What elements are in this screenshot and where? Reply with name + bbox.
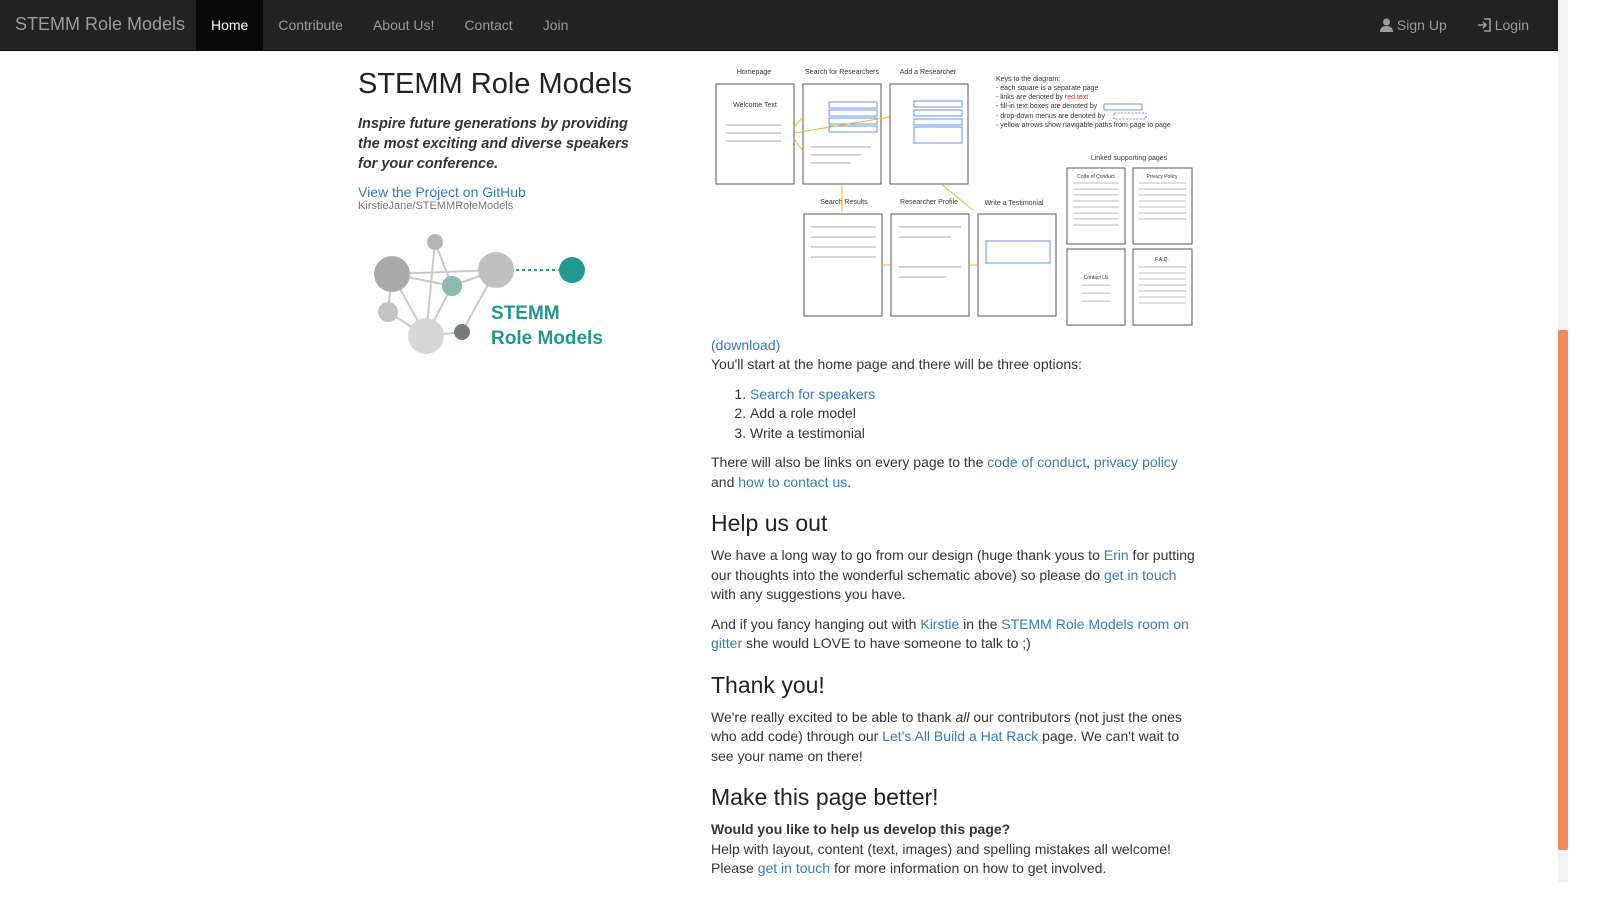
code-of-conduct-link[interactable]: code of conduct	[987, 454, 1086, 470]
nav-contribute[interactable]: Contribute	[263, 0, 358, 50]
diagram-label-linked: Linked supporting pages	[1091, 155, 1168, 162]
nav-menu: Home Contribute About Us! Contact Join	[196, 0, 583, 50]
text: We're really excited to be able to thank	[711, 708, 956, 725]
help-paragraph-2: And if you fancy hanging out with Kirsti…	[711, 615, 1201, 654]
diagram-faq: F.A.Q.	[1155, 257, 1169, 263]
signup-label: Sign Up	[1396, 17, 1447, 33]
diagram-label-profile: Researcher Profile	[900, 199, 958, 206]
diagram-key5: - yellow arrows show navigable paths fro…	[996, 122, 1171, 129]
nav-contact[interactable]: Contact	[449, 0, 527, 50]
intro-text: You'll start at the home page and there …	[711, 356, 1083, 372]
diagram-label-add: Add a Researcher	[900, 69, 957, 76]
stemm-logo: STEMM Role Models	[374, 234, 603, 354]
text: We have a long way to go from our design…	[711, 547, 1104, 563]
nav-right: Sign Up Login	[1365, 0, 1544, 50]
links-paragraph: There will also be links on every page t…	[711, 453, 1201, 492]
better-paragraph: Would you like to help us develop this p…	[711, 820, 1201, 879]
text: ,	[1086, 454, 1094, 470]
diagram-welcome-text: Welcome Text	[733, 102, 777, 109]
get-in-touch-link-2[interactable]: get in touch	[758, 860, 830, 876]
get-in-touch-link[interactable]: get in touch	[1104, 567, 1176, 583]
thanks-paragraph: We're really excited to be able to thank…	[711, 708, 1201, 767]
signup-link[interactable]: Sign Up	[1365, 0, 1462, 50]
login-label: Login	[1494, 17, 1529, 33]
text: and	[711, 473, 739, 490]
site-schematic-diagram: Homepage Search for Researchers Add a Re…	[715, 69, 1193, 326]
main-content: Homepage Search for Researchers Add a Re…	[711, 55, 1201, 889]
login-icon	[1477, 18, 1491, 32]
options-list: Search for speakers Add a role model Wri…	[750, 385, 1201, 444]
text: in the	[959, 615, 1002, 632]
sidebar: STEMM Role Models Inspire future generat…	[358, 68, 638, 375]
diagram-label-homepage: Homepage	[737, 69, 771, 76]
diagram-label-results: Search Results	[820, 199, 868, 206]
text: And if you fancy hanging out with	[711, 615, 921, 632]
kirstie-link[interactable]: Kirstie	[920, 616, 959, 632]
text: she would LOVE to have someone to talk t…	[742, 635, 1031, 651]
login-link[interactable]: Login	[1462, 0, 1544, 50]
logo-text-line1: STEMM	[491, 303, 560, 324]
navbar: STEMM Role Models Home Contribute About …	[0, 0, 1558, 51]
better-question: Would you like to help us develop this p…	[711, 821, 1011, 837]
better-heading: Make this page better!	[711, 784, 939, 810]
contact-us-link[interactable]: how to contact us	[738, 474, 847, 490]
text: Please	[711, 860, 758, 876]
logo-text-line2: Role Models	[491, 328, 603, 349]
erin-link[interactable]: Erin	[1104, 547, 1129, 563]
list-item: Write a testimonial	[750, 424, 1201, 444]
diagram-keys-title: Keys to the diagram:	[996, 76, 1060, 83]
diagram-label-search: Search for Researchers	[805, 69, 879, 76]
scrollbar-thumb[interactable]	[1558, 330, 1568, 850]
text: There will also be links on every page t…	[711, 454, 988, 470]
site-title: STEMM Role Models	[358, 68, 632, 100]
text: for more information on how to get invol…	[830, 860, 1107, 876]
diagram-label-testimonial: Write a Testimonial	[985, 200, 1044, 207]
thanks-heading: Thank you!	[711, 671, 825, 698]
user-icon	[1379, 18, 1393, 32]
privacy-policy-link[interactable]: privacy policy	[1094, 454, 1178, 470]
hat-rack-link[interactable]: Let's All Build a Hat Rack	[882, 728, 1038, 744]
brand-link[interactable]: STEMM Role Models	[15, 14, 185, 35]
diagram-privacy: Privacy Policy	[1146, 174, 1178, 180]
diagram-key3: - fill-in text boxes are denoted by	[996, 103, 1098, 110]
github-link[interactable]: View the Project on GitHub	[358, 184, 638, 200]
diagram-contact: Contact Us	[1084, 275, 1109, 281]
nav-join[interactable]: Join	[528, 0, 584, 50]
diagram-coc: Code of Conduct	[1077, 174, 1115, 180]
search-speakers-link[interactable]: Search for speakers	[750, 386, 875, 402]
diagram-key1: - each square is a separate page	[996, 85, 1098, 92]
help-paragraph-1: We have a long way to go from our design…	[711, 546, 1201, 605]
github-repo: KirstieJane/STEMMRoleModels	[358, 200, 514, 212]
diagram-key4: - drop-down menus are denoted by	[996, 113, 1105, 120]
emphasis: all	[955, 708, 970, 725]
text: .	[847, 473, 852, 490]
nav-about[interactable]: About Us!	[358, 0, 449, 50]
text: with any suggestions you have.	[711, 586, 906, 602]
list-item: Search for speakers	[750, 385, 1201, 405]
svg-text:- links are denoted by red tex: - links are denoted by red text	[996, 94, 1088, 101]
list-item: Add a role model	[750, 404, 1201, 424]
download-link[interactable]: (download)	[711, 337, 780, 353]
help-heading: Help us out	[711, 510, 828, 536]
nav-home[interactable]: Home	[196, 0, 264, 50]
text: Help with layout, content (text, images)…	[711, 840, 1171, 857]
diagram-key2: - links are denoted by	[996, 94, 1063, 101]
tagline: Inspire future generations by providing …	[358, 116, 629, 172]
diagram-key2-red: red text	[1065, 94, 1088, 101]
